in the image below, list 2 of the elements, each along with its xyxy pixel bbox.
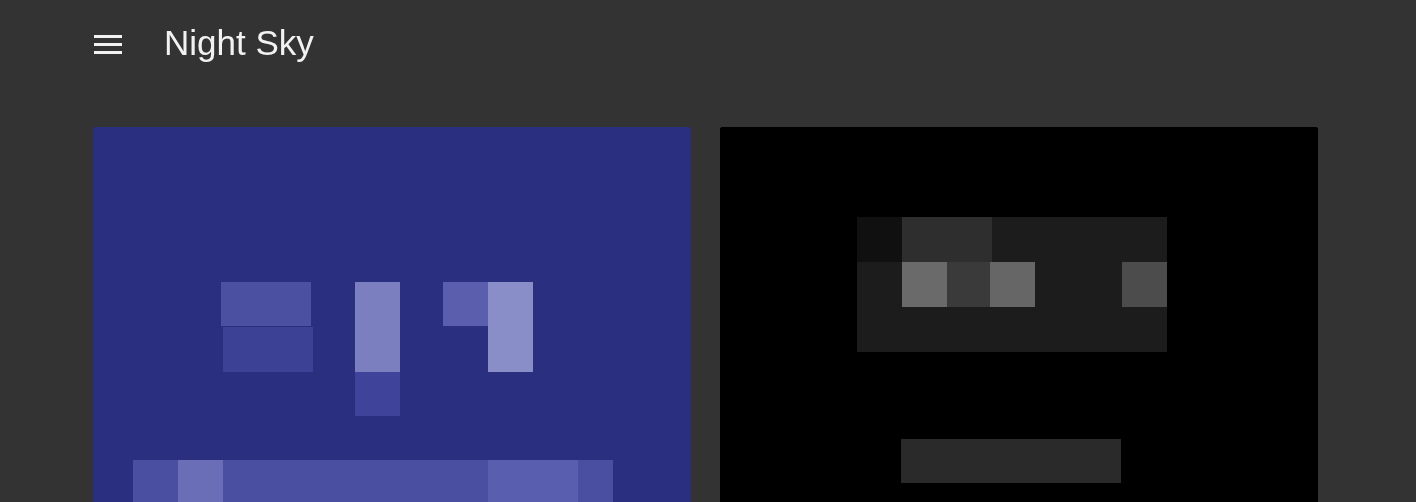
app-title: Night Sky <box>164 23 314 63</box>
menu-icon <box>94 34 122 54</box>
